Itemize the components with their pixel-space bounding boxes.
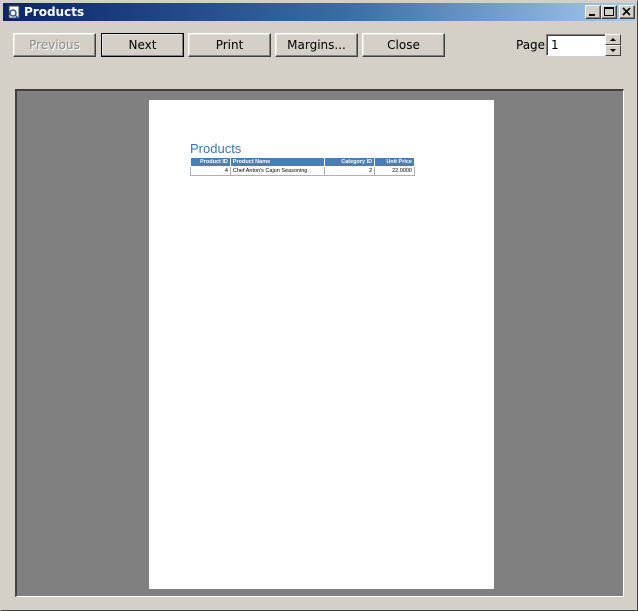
window-title: Products bbox=[24, 5, 85, 19]
report-title: Products bbox=[190, 141, 242, 156]
arrow-up-icon bbox=[610, 38, 616, 41]
minimize-button[interactable] bbox=[585, 5, 601, 19]
page-label: Page: bbox=[516, 38, 550, 52]
print-preview-window: Products Previous Next Print Margins... … bbox=[0, 0, 638, 611]
column-header: Unit Price bbox=[374, 157, 415, 167]
print-button[interactable]: Print bbox=[188, 33, 271, 57]
column-header: Product ID bbox=[190, 157, 231, 167]
maximize-icon bbox=[604, 7, 614, 16]
page-spin-up-button[interactable] bbox=[605, 34, 621, 45]
next-page-button[interactable]: Next bbox=[101, 33, 184, 57]
close-icon bbox=[622, 7, 631, 16]
previous-page-button[interactable]: Previous bbox=[13, 33, 96, 57]
column-header: Category ID bbox=[324, 157, 376, 167]
table-cell: Chef Anton's Cajun Seasoning bbox=[229, 166, 326, 176]
table-cell: 22.0000 bbox=[374, 166, 415, 176]
close-button[interactable]: Close bbox=[362, 33, 445, 57]
page-number-input[interactable] bbox=[546, 34, 606, 56]
report-table: Product ID Product Name Category ID Unit… bbox=[190, 157, 415, 176]
preview-area[interactable]: Products Product ID Product Name Categor… bbox=[15, 89, 624, 597]
report-preview-icon bbox=[6, 4, 22, 20]
table-row: 4 Chef Anton's Cajun Seasoning 2 22.0000 bbox=[190, 166, 415, 176]
margins-button[interactable]: Margins... bbox=[275, 33, 358, 57]
close-window-button[interactable] bbox=[619, 5, 635, 19]
maximize-button[interactable] bbox=[601, 5, 617, 19]
table-cell: 4 bbox=[190, 166, 231, 176]
column-header: Product Name bbox=[229, 157, 326, 167]
page-spin-down-button[interactable] bbox=[605, 45, 621, 56]
table-cell: 2 bbox=[324, 166, 376, 176]
minimize-icon bbox=[589, 14, 595, 16]
table-header-row: Product ID Product Name Category ID Unit… bbox=[190, 157, 415, 167]
title-bar[interactable]: Products bbox=[3, 3, 635, 21]
preview-page: Products Product ID Product Name Categor… bbox=[149, 100, 494, 589]
arrow-down-icon bbox=[610, 49, 616, 52]
